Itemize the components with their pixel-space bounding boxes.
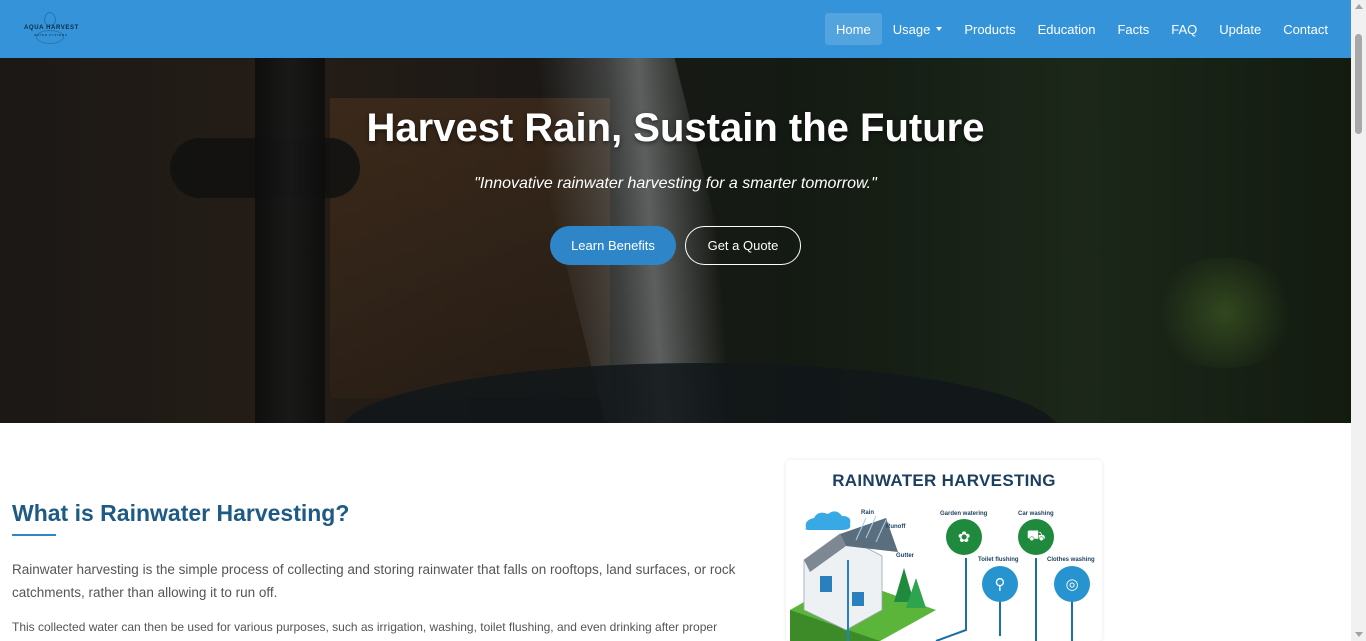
rainwater-infographic: RAINWATER HARVESTING Rain Runoff Gutter … [786,460,1102,641]
nav-faq-label: FAQ [1171,21,1198,37]
infographic-illustration [790,511,1073,641]
label-clothes-washing: Clothes washing [1047,557,1095,563]
caret-down-icon [936,27,943,31]
scroll-down-arrow-icon[interactable] [1355,632,1363,637]
label-rain: Rain [861,510,875,516]
label-runoff: Runoff [886,524,906,530]
hero-subtitle: "Innovative rainwater harvesting for a s… [474,175,877,192]
nav-usage-label: Usage [892,21,931,37]
brand-logo[interactable]: AQUA HARVEST WATER SYSTEMS [22,12,82,44]
hero-section: Harvest Rain, Sustain the Future "Innova… [0,58,1351,423]
title-underline [12,534,56,536]
nav-facts[interactable]: Facts [1106,13,1160,45]
car-washing-icon: ⛟ [1018,519,1054,555]
logo-text: AQUA HARVEST [24,25,79,31]
about-paragraph-2: This collected water can then be used fo… [12,620,718,634]
scroll-thumb[interactable] [1355,34,1362,134]
label-garden-watering: Garden watering [940,511,988,517]
cloud-icon [805,511,851,530]
logo-tagline: WATER SYSTEMS [34,33,68,37]
clothes-washing-icon: ◎ [1054,566,1090,602]
nav-usage-dropdown[interactable]: Usage [882,13,954,45]
nav-products-label: Products [964,21,1016,37]
nav-education-label: Education [1037,21,1096,37]
water-drop-icon [44,12,56,26]
nav-products[interactable]: Products [953,13,1026,45]
learn-benefits-button[interactable]: Learn Benefits [550,226,676,265]
label-gutter: Gutter [896,553,914,559]
toilet-flushing-icon: ⚲ [982,566,1018,602]
nav-update[interactable]: Update [1208,13,1272,45]
nav-contact-label: Contact [1283,21,1328,37]
nav-update-label: Update [1219,21,1262,37]
label-car-washing: Car washing [1018,511,1054,517]
page-scrollbar[interactable] [1351,0,1366,641]
hero-title: Harvest Rain, Sustain the Future [366,106,985,150]
label-toilet-flushing: Toilet flushing [978,557,1019,563]
scroll-up-arrow-icon[interactable] [1355,4,1363,9]
section-title: What is Rainwater Harvesting? [12,500,350,526]
main-nav: Home Usage Products Education Facts FAQ … [825,13,1339,45]
about-paragraph-1: Rainwater harvesting is the simple proce… [12,562,736,600]
nav-facts-label: Facts [1117,21,1150,37]
nav-contact[interactable]: Contact [1272,13,1339,45]
nav-education[interactable]: Education [1027,13,1107,45]
garden-watering-icon: ✿ [946,519,982,555]
nav-faq[interactable]: FAQ [1160,13,1208,45]
navbar: AQUA HARVEST WATER SYSTEMS Home Usage Pr… [0,0,1351,58]
nav-home-label: Home [836,21,871,37]
get-quote-button[interactable]: Get a Quote [685,226,801,265]
nav-home[interactable]: Home [825,13,882,45]
